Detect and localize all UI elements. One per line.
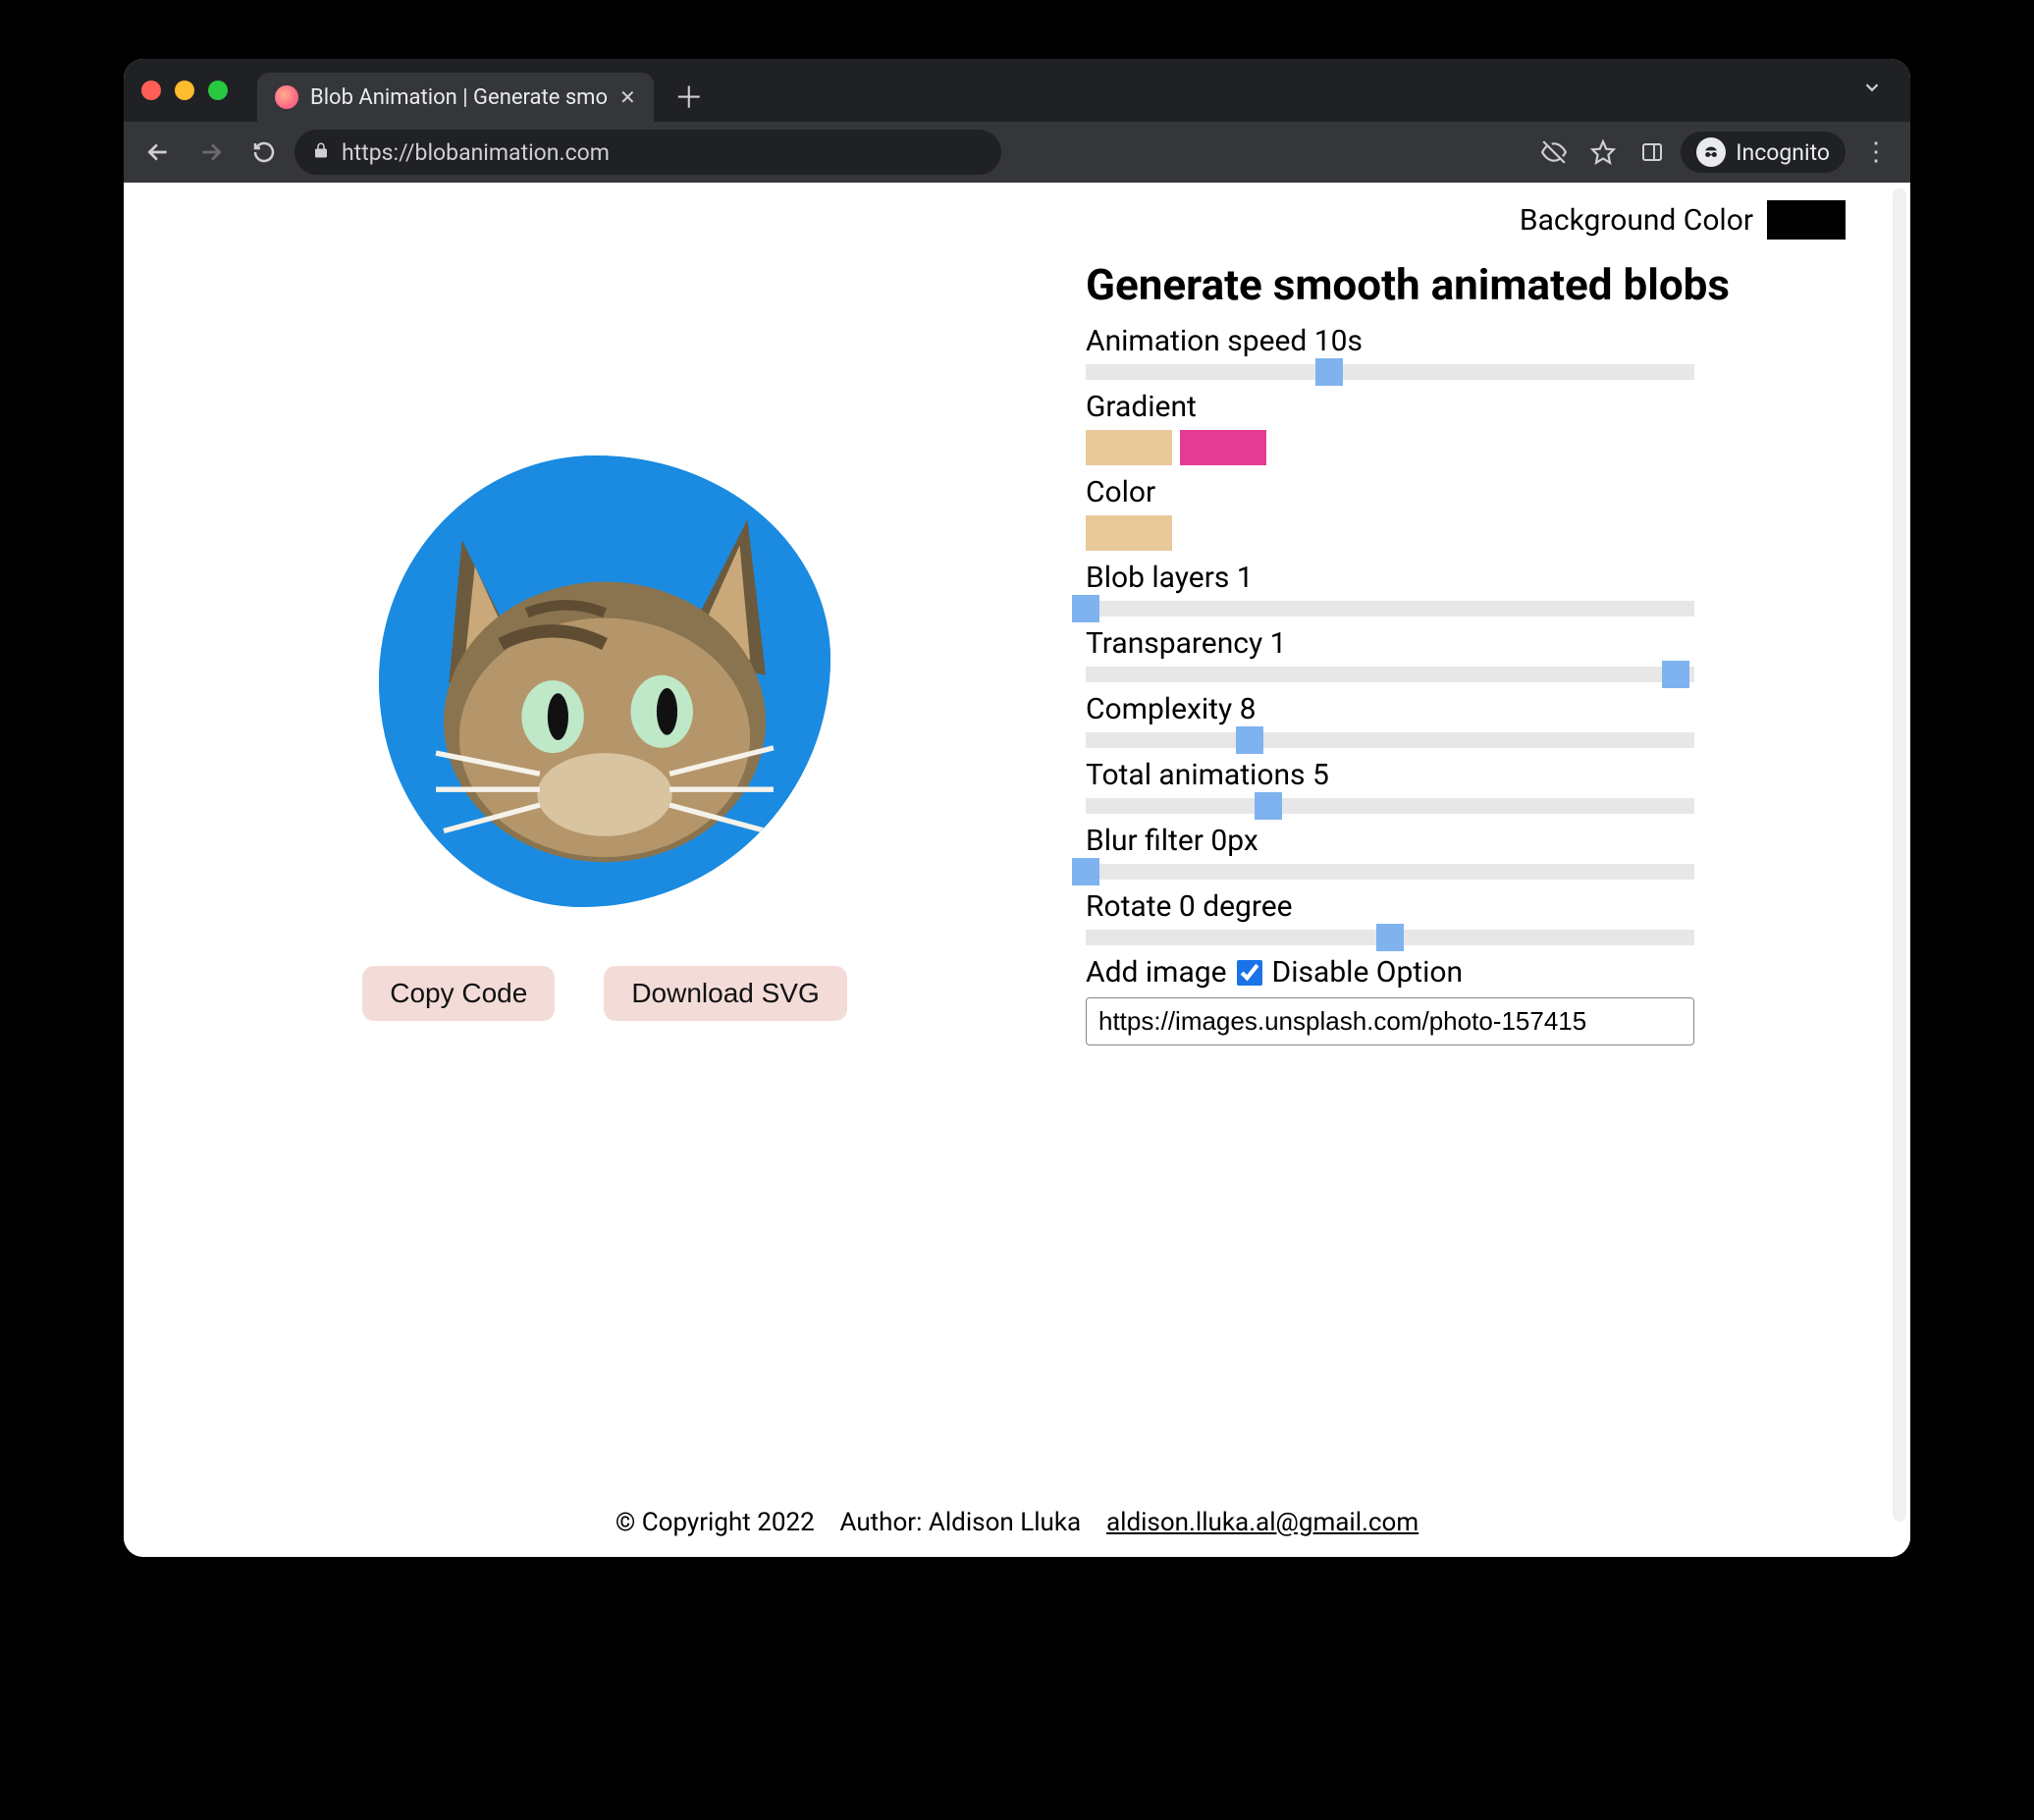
control-transparency: Transparency 1 [1086,626,1812,682]
animation-speed-slider[interactable] [1086,364,1694,380]
reload-button[interactable] [241,130,287,175]
control-blur: Blur filter 0px [1086,824,1812,880]
incognito-label: Incognito [1736,139,1830,166]
control-gradient: Gradient [1086,390,1812,465]
footer: © Copyright 2022 Author: Aldison Lluka a… [124,1482,1910,1557]
tab-close-icon[interactable]: ✕ [619,85,636,109]
background-color-swatch[interactable] [1767,200,1846,240]
blob-preview [379,455,830,907]
background-color-row: Background Color [163,200,1871,240]
page-title: Generate smooth animated blobs [1086,259,1812,310]
address-bar[interactable]: https://blobanimation.com [294,130,1001,175]
add-image-label: Add image [1086,955,1227,990]
minimize-window-icon[interactable] [175,80,194,100]
tab-bar: Blob Animation | Generate smo ✕ ＋ [124,59,1910,122]
background-color-label: Background Color [1520,203,1753,238]
slider-thumb[interactable] [1315,358,1343,386]
blob-layers-label: Blob layers 1 [1086,561,1812,595]
back-button[interactable] [135,130,181,175]
transparency-label: Transparency 1 [1086,626,1812,661]
page: Background Color [124,183,1910,1557]
controls-pane: Generate smooth animated blobs Animation… [1086,259,1871,1045]
maximize-window-icon[interactable] [208,80,228,100]
eye-off-icon[interactable] [1533,132,1575,173]
tabs-chevron-down-icon[interactable] [1861,77,1893,104]
slider-thumb[interactable] [1376,924,1404,951]
footer-author-name: Aldison Lluka [929,1508,1081,1537]
menu-button[interactable]: ⋮ [1853,137,1899,167]
slider-thumb[interactable] [1662,661,1689,688]
browser-window: Blob Animation | Generate smo ✕ ＋ [124,59,1910,1557]
total-animations-label: Total animations 5 [1086,758,1812,792]
control-total-animations: Total animations 5 [1086,758,1812,814]
incognito-badge[interactable]: Incognito [1681,132,1846,173]
control-complexity: Complexity 8 [1086,692,1812,748]
total-animations-slider[interactable] [1086,798,1694,814]
control-blob-layers: Blob layers 1 [1086,561,1812,616]
window-controls [141,80,243,100]
add-image-row: Add image Disable Option [1086,955,1812,990]
control-animation-speed: Animation speed 10s [1086,324,1812,380]
tab-favicon-icon [275,85,298,109]
blob-layers-slider[interactable] [1086,601,1694,616]
url-text: https://blobanimation.com [342,139,610,166]
browser-toolbar: https://blobanimation.com Incognito ⋮ [124,122,1910,183]
slider-thumb[interactable] [1255,792,1282,820]
control-color: Color [1086,475,1812,551]
rotate-label: Rotate 0 degree [1086,889,1812,924]
footer-copyright: © Copyright 2022 [616,1508,815,1537]
animation-speed-label: Animation speed 10s [1086,324,1812,358]
disable-option-checkbox[interactable] [1237,960,1262,986]
slider-thumb[interactable] [1072,858,1099,885]
rotate-slider[interactable] [1086,930,1694,945]
color-label: Color [1086,475,1812,509]
browser-tab[interactable]: Blob Animation | Generate smo ✕ [257,73,654,122]
blur-slider[interactable] [1086,864,1694,880]
forward-button[interactable] [188,130,234,175]
slider-thumb[interactable] [1072,595,1099,622]
color-swatch[interactable] [1086,515,1172,551]
gradient-color-2[interactable] [1180,430,1266,465]
transparency-slider[interactable] [1086,667,1694,682]
star-icon[interactable] [1582,132,1624,173]
control-rotate: Rotate 0 degree [1086,889,1812,945]
slider-thumb[interactable] [1236,726,1263,754]
gradient-color-1[interactable] [1086,430,1172,465]
complexity-slider[interactable] [1086,732,1694,748]
image-url-input[interactable] [1086,997,1694,1045]
copy-code-button[interactable]: Copy Code [362,966,555,1021]
incognito-icon [1696,137,1726,167]
complexity-label: Complexity 8 [1086,692,1812,726]
preview-pane: Copy Code Download SVG [163,259,1046,1045]
download-svg-button[interactable]: Download SVG [604,966,846,1021]
browser-chrome: Blob Animation | Generate smo ✕ ＋ [124,59,1910,183]
lock-icon [312,140,330,164]
tab-title: Blob Animation | Generate smo [310,85,608,110]
scrollbar[interactable] [1893,188,1906,1522]
footer-email-link[interactable]: aldison.lluka.al@gmail.com [1106,1508,1418,1537]
close-window-icon[interactable] [141,80,161,100]
footer-author-prefix: Author: [840,1508,929,1537]
panel-icon[interactable] [1632,132,1673,173]
blob-image [379,455,830,907]
gradient-label: Gradient [1086,390,1812,424]
new-tab-button[interactable]: ＋ [668,74,711,117]
blur-label: Blur filter 0px [1086,824,1812,858]
disable-option-label: Disable Option [1272,955,1464,990]
